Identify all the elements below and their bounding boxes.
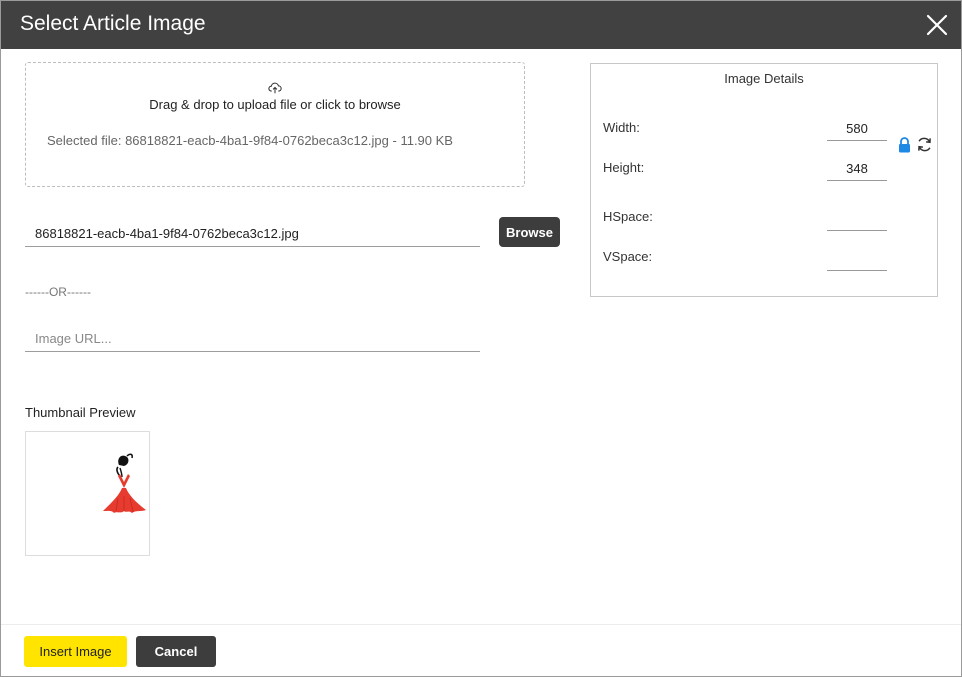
width-label: Width:: [603, 120, 640, 135]
selected-file-label: Selected file:: [47, 133, 122, 148]
insert-image-button[interactable]: Insert Image: [24, 636, 127, 667]
thumbnail-preview-label: Thumbnail Preview: [25, 405, 136, 420]
image-details-title: Image Details: [724, 71, 804, 86]
browse-button[interactable]: Browse: [499, 217, 560, 247]
dialog-footer: Insert Image Cancel: [1, 624, 961, 677]
hspace-label: HSpace:: [603, 209, 653, 224]
close-icon[interactable]: [925, 13, 949, 37]
or-divider: ------OR------: [25, 285, 91, 299]
height-input[interactable]: [827, 157, 887, 181]
dialog-title: Select Article Image: [20, 12, 206, 35]
upload-dropzone[interactable]: Drag & drop to upload file or click to b…: [25, 62, 525, 187]
dropzone-text: Drag & drop to upload file or click to b…: [149, 97, 401, 112]
thumbnail-image: [103, 453, 146, 513]
filename-field[interactable]: [25, 221, 480, 247]
refresh-icon[interactable]: [916, 136, 933, 153]
image-url-input[interactable]: [25, 326, 480, 352]
lock-icon[interactable]: [898, 137, 911, 153]
thumbnail-preview: [25, 431, 150, 556]
dialog-titlebar: Select Article Image: [1, 1, 961, 49]
vspace-input[interactable]: [827, 247, 887, 271]
vspace-label: VSpace:: [603, 249, 653, 264]
image-details-panel: Image Details Width: Height: HSpace: VSp…: [590, 63, 938, 297]
selected-file-size: 11.90 KB: [400, 133, 453, 148]
cloud-upload-icon: [268, 82, 282, 94]
selected-file-name: 86818821-eacb-4ba1-9f84-0762beca3c12.jpg: [125, 133, 389, 148]
hspace-input[interactable]: [827, 207, 887, 231]
cancel-button[interactable]: Cancel: [136, 636, 216, 667]
select-article-image-dialog: Select Article Image Drag & drop to uplo…: [0, 0, 962, 677]
height-label: Height:: [603, 160, 645, 175]
selected-file-info: Selected file: 86818821-eacb-4ba1-9f84-0…: [47, 133, 453, 148]
width-input[interactable]: [827, 117, 887, 141]
